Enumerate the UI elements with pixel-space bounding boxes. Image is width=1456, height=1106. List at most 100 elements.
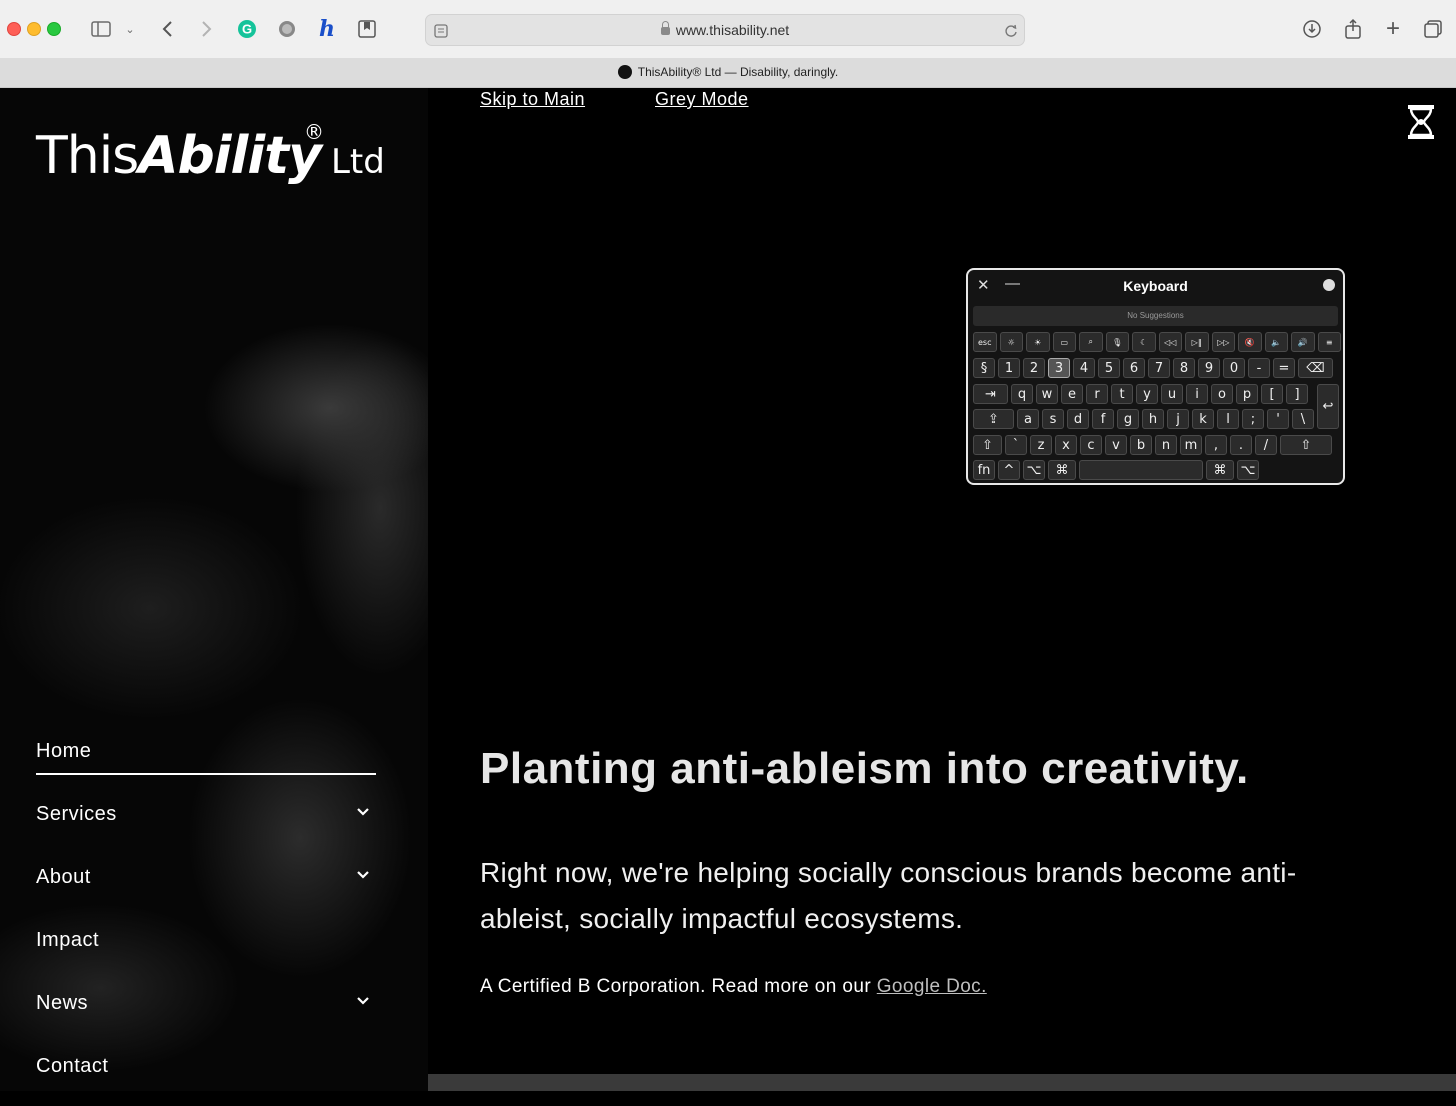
nav-item-about[interactable]: About — [36, 854, 376, 917]
keyboard-key[interactable]: x — [1055, 435, 1077, 455]
new-tab-icon[interactable]: + — [1382, 15, 1404, 42]
keyboard-key[interactable]: v — [1105, 435, 1127, 455]
keyboard-key[interactable]: c — [1080, 435, 1102, 455]
keyboard-key[interactable]: 1 — [998, 358, 1020, 378]
keyboard-key[interactable]: f — [1092, 409, 1114, 429]
keyboard-key[interactable]: k — [1192, 409, 1214, 429]
nav-item-contact[interactable]: Contact — [36, 1043, 376, 1106]
keyboard-key[interactable]: 9 — [1198, 358, 1220, 378]
active-tab[interactable]: ThisAbility® Ltd — Disability, daringly. — [0, 65, 1456, 79]
keyboard-key[interactable]: / — [1255, 435, 1277, 455]
keyboard-key[interactable]: s — [1042, 409, 1064, 429]
keyboard-key[interactable]: i — [1186, 384, 1208, 404]
keyboard-key[interactable]: - — [1248, 358, 1270, 378]
more-options-icon[interactable] — [1323, 279, 1335, 291]
chevron-down-icon[interactable]: ⌄ — [124, 17, 136, 41]
chevron-down-icon[interactable] — [356, 868, 370, 882]
grammarly-extension-icon[interactable]: G — [236, 17, 258, 41]
downloads-icon[interactable] — [1301, 17, 1323, 41]
honey-extension-icon[interactable]: h — [316, 16, 338, 42]
share-icon[interactable] — [1342, 17, 1364, 41]
keyboard-key[interactable]: h — [1142, 409, 1164, 429]
keyboard-key[interactable]: ⇪ — [973, 409, 1014, 429]
address-bar[interactable]: www.thisability.net — [425, 14, 1025, 46]
tab-overview-icon[interactable] — [1422, 17, 1444, 41]
reload-icon[interactable] — [1002, 19, 1020, 43]
keyboard-key[interactable]: § — [973, 358, 995, 378]
keyboard-key[interactable]: ◁◁ — [1158, 332, 1182, 352]
keyboard-key[interactable]: ⌫ — [1298, 358, 1333, 378]
bookmark-extension-icon[interactable] — [356, 17, 378, 41]
nav-item-news[interactable]: News — [36, 980, 376, 1043]
keyboard-key[interactable]: . — [1230, 435, 1252, 455]
keyboard-key[interactable]: a — [1017, 409, 1039, 429]
keyboard-key[interactable]: fn — [973, 460, 995, 480]
keyboard-key[interactable]: ⌘ — [1048, 460, 1076, 480]
keyboard-key[interactable]: [ — [1261, 384, 1283, 404]
keyboard-key[interactable]: ▷▷ — [1211, 332, 1235, 352]
keyboard-key[interactable]: y — [1136, 384, 1158, 404]
close-window-button[interactable] — [7, 22, 21, 36]
keyboard-key[interactable]: l — [1217, 409, 1239, 429]
keyboard-key[interactable]: ☾ — [1132, 332, 1156, 352]
keyboard-key[interactable]: ⇥ — [973, 384, 1008, 404]
keyboard-key[interactable]: 7 — [1148, 358, 1170, 378]
nav-item-services[interactable]: Services — [36, 791, 376, 854]
keyboard-key[interactable]: esc — [973, 332, 997, 352]
keyboard-key[interactable]: n — [1155, 435, 1177, 455]
skip-to-main-link[interactable]: Skip to Main — [480, 89, 585, 110]
keyboard-key[interactable]: ; — [1242, 409, 1264, 429]
keyboard-key[interactable]: 0 — [1223, 358, 1245, 378]
keyboard-key[interactable]: u — [1161, 384, 1183, 404]
site-logo[interactable]: ThisAbility ® Ltd — [36, 120, 385, 186]
keyboard-key[interactable]: ' — [1267, 409, 1289, 429]
keyboard-key[interactable]: b — [1130, 435, 1152, 455]
keyboard-key[interactable]: 🔊 — [1291, 332, 1315, 352]
keyboard-key[interactable]: r — [1086, 384, 1108, 404]
keyboard-key[interactable]: e — [1061, 384, 1083, 404]
keyboard-key[interactable]: 🎙 — [1105, 332, 1129, 352]
forward-button[interactable] — [196, 17, 216, 41]
keyboard-key[interactable]: q — [1011, 384, 1033, 404]
keyboard-key-return[interactable]: ↩ — [1317, 384, 1339, 429]
accessibility-hourglass-icon[interactable] — [1406, 104, 1436, 140]
keyboard-key[interactable]: d — [1067, 409, 1089, 429]
keyboard-key[interactable]: 3 — [1048, 358, 1070, 378]
keyboard-key[interactable]: 2 — [1023, 358, 1045, 378]
keyboard-key[interactable]: 4 — [1073, 358, 1095, 378]
keyboard-key[interactable]: ` — [1005, 435, 1027, 455]
keyboard-key[interactable]: 8 — [1173, 358, 1195, 378]
keyboard-key[interactable]: z — [1030, 435, 1052, 455]
keyboard-key[interactable]: m — [1180, 435, 1202, 455]
keyboard-key[interactable]: o — [1211, 384, 1233, 404]
keyboard-key[interactable]: 5 — [1098, 358, 1120, 378]
minimize-window-button[interactable] — [27, 22, 41, 36]
nav-item-home[interactable]: Home — [36, 728, 376, 791]
keyboard-key[interactable]: ▭ — [1052, 332, 1076, 352]
keyboard-key[interactable]: ▷‖ — [1185, 332, 1209, 352]
keyboard-key[interactable]: w — [1036, 384, 1058, 404]
keyboard-key[interactable]: , — [1205, 435, 1227, 455]
keyboard-key[interactable]: ] — [1286, 384, 1308, 404]
keyboard-key[interactable]: ⌘ — [1206, 460, 1234, 480]
keyboard-key[interactable]: 6 — [1123, 358, 1145, 378]
back-button[interactable] — [158, 17, 178, 41]
keyboard-key[interactable]: 🔇 — [1238, 332, 1262, 352]
keyboard-key[interactable]: ⌥ — [1023, 460, 1045, 480]
chevron-down-icon[interactable] — [356, 994, 370, 1008]
chevron-down-icon[interactable] — [356, 805, 370, 819]
keyboard-key[interactable]: ⇧ — [973, 435, 1002, 455]
google-doc-link[interactable]: Google Doc. — [877, 976, 987, 997]
keyboard-key[interactable] — [1079, 460, 1203, 480]
keyboard-key[interactable]: ⇧ — [1280, 435, 1332, 455]
globe-extension-icon[interactable] — [276, 17, 298, 41]
nav-item-impact[interactable]: Impact — [36, 917, 376, 980]
keyboard-key[interactable]: j — [1167, 409, 1189, 429]
keyboard-key[interactable]: ☀ — [1026, 332, 1050, 352]
keyboard-key[interactable]: ≡ — [1317, 332, 1341, 352]
grey-mode-link[interactable]: Grey Mode — [655, 89, 749, 110]
keyboard-key[interactable]: g — [1117, 409, 1139, 429]
keyboard-key[interactable]: 🔈 — [1264, 332, 1288, 352]
keyboard-key[interactable]: t — [1111, 384, 1133, 404]
sidebar-toggle-icon[interactable] — [90, 17, 112, 41]
